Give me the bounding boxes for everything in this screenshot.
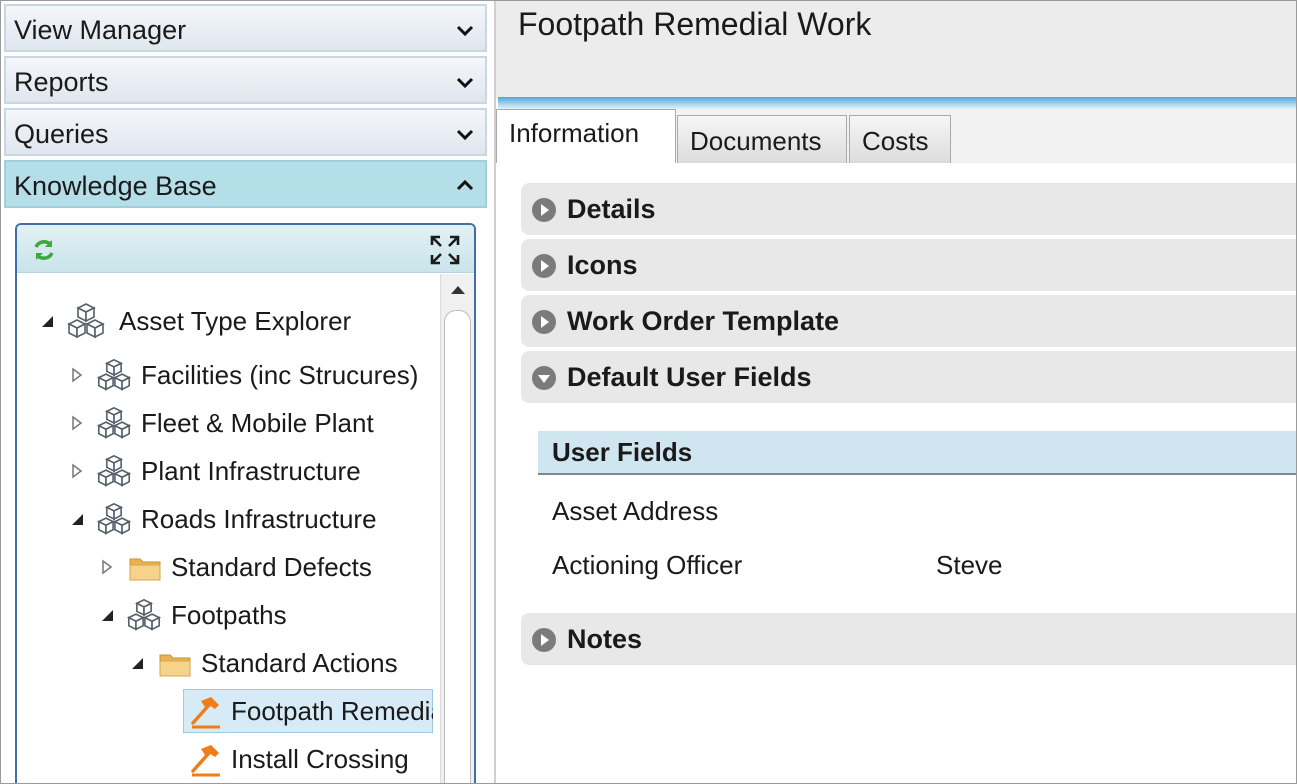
tab-label: Costs [862,126,929,156]
user-fields-title: User Fields [552,437,693,467]
tree-toolbar [17,225,474,273]
tree-node-footpath-remedial-work[interactable]: Footpath Remedial Work [17,689,441,733]
expanded-triangle-icon[interactable] [69,511,85,527]
section-default-user-fields[interactable]: Default User Fields [521,351,1296,403]
expand-arrow-icon [532,310,556,334]
tree-node-label: Footpath Remedial Work [231,696,433,726]
accordion-knowledge-base[interactable]: Knowledge Base [4,160,487,208]
section-details[interactable]: Details [521,183,1296,235]
collapsed-triangle-icon[interactable] [99,559,115,575]
tree-node-label: Roads Infrastructure [141,504,377,534]
expand-arrow-icon [532,254,556,278]
section-title: Work Order Template [567,306,840,336]
section-title: Notes [567,624,643,654]
asset-tree-panel: Asset Type Explorer Facilities (inc Stru… [15,223,476,783]
tree-node-fleet-mobile-plant[interactable]: Fleet & Mobile Plant [17,403,441,443]
chevron-down-icon [456,25,474,37]
accordion-label: Queries [14,119,109,149]
tree-node-label: Plant Infrastructure [141,456,361,486]
scroll-up-arrow-icon[interactable] [441,274,475,308]
tab-label: Information [509,118,640,148]
folder-icon [129,558,161,581]
tree-node-label: Standard Defects [171,552,372,582]
section-notes[interactable]: Notes [521,613,1296,665]
tree-node-standard-actions[interactable]: Standard Actions [17,643,441,683]
collapsed-triangle-icon[interactable] [69,415,85,431]
refresh-icon[interactable] [31,237,57,263]
tab-strip: Information Documents Costs [496,109,1296,163]
section-title: Default User Fields [567,362,812,392]
user-fields-header: User Fields [538,431,1296,475]
section-icons[interactable]: Icons [521,239,1296,291]
hammer-icon [191,745,220,777]
tree-node-install-crossing[interactable]: Install Crossing [17,739,441,779]
cubes-icon [97,502,131,535]
header-divider [498,97,1296,109]
information-content: Details Icons Work Order Template Defaul… [496,163,1296,783]
scrollbar-thumb[interactable] [444,310,471,783]
tree-node-footpaths[interactable]: Footpaths [17,595,441,635]
fullscreen-icon[interactable] [430,235,460,265]
tab-costs[interactable]: Costs [849,115,951,163]
section-title: Icons [567,250,638,280]
tree-node-facilities[interactable]: Facilities (inc Strucures) [17,355,441,395]
chevron-up-icon [456,179,474,191]
cubes-icon [127,598,161,631]
tree-node-roads-infrastructure[interactable]: Roads Infrastructure [17,499,441,539]
tab-documents[interactable]: Documents [677,115,847,163]
cubes-icon [97,406,131,439]
chevron-down-icon [456,77,474,89]
accordion-label: Reports [14,67,109,97]
collapsed-triangle-icon[interactable] [69,463,85,479]
accordion-reports[interactable]: Reports [4,56,487,104]
expand-arrow-icon [532,198,556,222]
cubes-icon [97,358,131,391]
chevron-down-icon [456,129,474,141]
field-value-actioning-officer: Steve [936,550,1003,580]
cubes-icon [67,303,105,339]
page-title: Footpath Remedial Work [518,6,872,42]
tree-node-asset-type-explorer[interactable]: Asset Type Explorer [17,301,441,341]
tree-node-label: Footpaths [171,600,287,630]
tree-node-label: Standard Actions [201,648,398,678]
section-work-order-template[interactable]: Work Order Template [521,295,1296,347]
field-label-asset-address: Asset Address [552,496,719,526]
tree-node-label: Facilities (inc Strucures) [141,360,419,390]
expanded-triangle-icon[interactable] [129,655,145,671]
collapse-arrow-icon [532,366,556,390]
cubes-icon [97,454,131,487]
collapsed-triangle-icon[interactable] [69,367,85,383]
tab-information[interactable]: Information [496,109,676,163]
accordion-label: Knowledge Base [14,171,217,201]
detail-panel: Footpath Remedial Work Information Docum… [494,1,1296,783]
tree-scrollbar[interactable] [440,274,475,783]
detail-header: Footpath Remedial Work [496,1,1296,99]
tab-label: Documents [690,126,822,156]
asset-tree: Asset Type Explorer Facilities (inc Stru… [17,274,441,783]
tree-node-standard-defects[interactable]: Standard Defects [17,547,441,587]
accordion-view-manager[interactable]: View Manager [4,4,487,52]
expanded-triangle-icon[interactable] [99,607,115,623]
tree-node-label: Fleet & Mobile Plant [141,408,374,438]
tree-node-label: Install Crossing [231,744,409,774]
section-title: Details [567,194,656,224]
tree-node-label: Asset Type Explorer [119,306,352,336]
hammer-icon [191,697,220,729]
left-navigation-panel: View Manager Reports Queries Knowledge B… [1,1,491,783]
accordion-label: View Manager [14,15,187,45]
expanded-triangle-icon[interactable] [39,313,55,329]
tree-node-plant-infrastructure[interactable]: Plant Infrastructure [17,451,441,491]
accordion-queries[interactable]: Queries [4,108,487,156]
expand-arrow-icon [532,628,556,652]
folder-icon [159,654,191,677]
app-window: View Manager Reports Queries Knowledge B… [0,0,1297,784]
field-label-actioning-officer: Actioning Officer [552,550,743,580]
